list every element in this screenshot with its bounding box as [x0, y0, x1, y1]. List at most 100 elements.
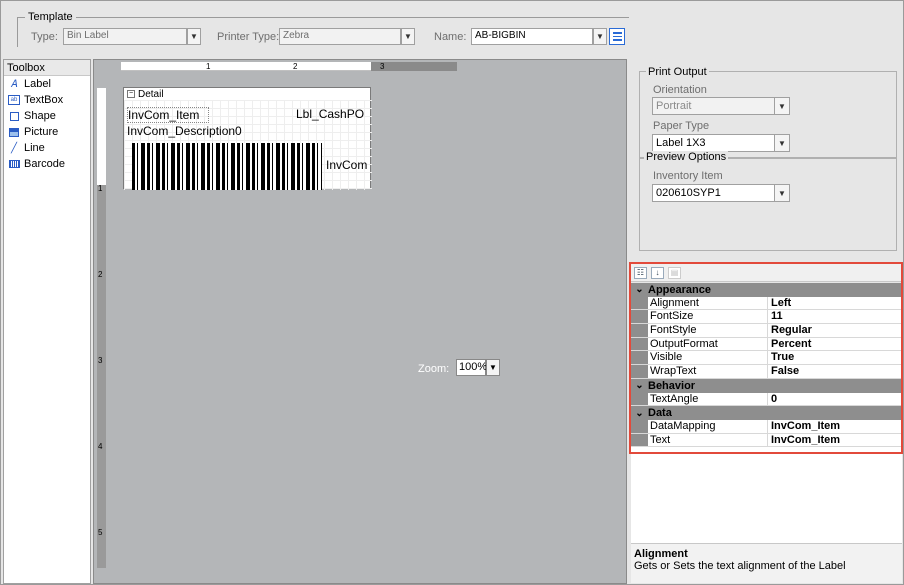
- property-value[interactable]: Percent: [768, 338, 902, 351]
- chevron-down-icon[interactable]: ⌄: [631, 380, 648, 391]
- property-row[interactable]: WrapText False: [631, 365, 902, 379]
- property-name: OutputFormat: [648, 337, 768, 351]
- chevron-down-icon: ▼: [778, 101, 786, 111]
- chevron-down-icon: ▼: [778, 138, 786, 148]
- barcode-element[interactable]: [132, 143, 322, 190]
- sort-alphabetical-icon[interactable]: ↓: [651, 266, 664, 279]
- tool-line[interactable]: ╱ Line: [4, 140, 90, 156]
- property-description-text: Gets or Sets the text alignment of the L…: [634, 560, 846, 572]
- property-name: Visible: [648, 351, 768, 365]
- tool-shape-text: Shape: [24, 110, 56, 122]
- categorized-icon[interactable]: ☷: [634, 266, 647, 279]
- chevron-down-icon[interactable]: ⌄: [631, 284, 648, 295]
- chevron-down-icon: ▼: [489, 363, 497, 372]
- property-description-title: Alignment: [634, 548, 688, 560]
- zoom-select[interactable]: 100%: [456, 359, 487, 376]
- chevron-down-icon: ▼: [190, 32, 198, 41]
- property-row[interactable]: FontStyle Regular: [631, 324, 902, 338]
- tool-picture-text: Picture: [24, 126, 59, 138]
- property-row[interactable]: OutputFormat Percent: [631, 337, 902, 352]
- collapse-icon[interactable]: −: [127, 90, 135, 98]
- paper-type-select[interactable]: Label 1X3 ▼: [652, 134, 790, 152]
- category-label: Behavior: [648, 379, 696, 392]
- property-row[interactable]: FontSize 11: [631, 310, 902, 325]
- orientation-value: Portrait: [656, 100, 692, 112]
- tool-textbox[interactable]: ab TextBox: [4, 92, 90, 108]
- chevron-down-icon: ▼: [404, 32, 412, 41]
- property-value[interactable]: True: [768, 351, 902, 364]
- printer-type-select[interactable]: Zebra: [279, 28, 401, 45]
- type-label: Type:: [31, 31, 58, 43]
- property-value[interactable]: False: [768, 365, 902, 378]
- type-dropdown-button[interactable]: ▼: [187, 28, 201, 45]
- property-name: DataMapping: [648, 419, 768, 433]
- property-row[interactable]: Alignment Left: [631, 296, 902, 311]
- orientation-select[interactable]: Portrait ▼: [652, 97, 790, 115]
- property-value[interactable]: 0: [768, 393, 902, 406]
- property-row[interactable]: DataMapping InvCom_Item: [631, 419, 902, 434]
- invcom-field[interactable]: InvCom: [326, 158, 372, 174]
- toolbox-panel: Toolbox 𝐴 Label ab TextBox Shape Picture…: [3, 59, 91, 584]
- property-description-panel: Alignment Gets or Sets the text alignmen…: [631, 543, 902, 583]
- preview-options-legend: Preview Options: [644, 151, 729, 163]
- category-behavior[interactable]: ⌄ Behavior: [631, 378, 902, 393]
- property-pages-icon[interactable]: ▤: [668, 266, 681, 279]
- paper-type-dropdown-button[interactable]: ▼: [774, 134, 790, 152]
- property-value[interactable]: InvCom_Item: [768, 434, 902, 447]
- chevron-down-icon[interactable]: ⌄: [631, 408, 648, 419]
- orientation-dropdown-button[interactable]: ▼: [774, 97, 790, 115]
- property-row[interactable]: Text InvCom_Item: [631, 433, 902, 448]
- template-legend: Template: [25, 11, 76, 23]
- zoom-dropdown-button[interactable]: ▼: [486, 359, 500, 376]
- vertical-ruler: 1 2 3 4 5: [97, 88, 106, 568]
- category-data[interactable]: ⌄ Data: [631, 406, 902, 420]
- vruler-mark-4: 4: [98, 442, 103, 451]
- property-value[interactable]: Regular: [768, 324, 902, 337]
- window-frame: Template Type: Bin Label ▼ Printer Type:…: [0, 0, 904, 585]
- name-input[interactable]: AB-BIGBIN: [471, 28, 593, 45]
- property-name: WrapText: [648, 365, 768, 378]
- line-icon: ╱: [10, 142, 18, 154]
- category-label: Data: [648, 407, 672, 420]
- tool-barcode[interactable]: Barcode: [4, 156, 90, 172]
- orientation-label: Orientation: [653, 84, 707, 96]
- report-designer[interactable]: 1 2 3 1 2 3 4 5 − Detail InvCom_Item Lbl…: [93, 59, 627, 584]
- tool-barcode-text: Barcode: [24, 158, 65, 170]
- template-menu-button[interactable]: [609, 28, 625, 45]
- property-name: FontSize: [648, 310, 768, 324]
- property-row[interactable]: TextAngle 0: [631, 392, 902, 407]
- category-label: Appearance: [648, 283, 711, 296]
- tool-line-text: Line: [24, 142, 45, 154]
- inventory-item-dropdown-button[interactable]: ▼: [774, 184, 790, 202]
- printer-type-label: Printer Type:: [217, 31, 280, 43]
- menu-icon: [612, 32, 622, 34]
- type-select[interactable]: Bin Label: [63, 28, 187, 45]
- detail-section-header[interactable]: − Detail: [124, 88, 370, 100]
- tool-label[interactable]: 𝐴 Label: [4, 76, 90, 92]
- tool-shape[interactable]: Shape: [4, 108, 90, 124]
- invcom-description-field[interactable]: InvCom_Description0: [127, 124, 297, 140]
- vruler-mark-1: 1: [98, 184, 103, 193]
- tool-picture[interactable]: Picture: [4, 124, 90, 140]
- hruler-mark-2: 2: [293, 62, 298, 71]
- detail-section-title: Detail: [138, 88, 164, 100]
- cash-po-field[interactable]: Lbl_CashPO: [296, 107, 372, 123]
- barcode-icon: [8, 159, 20, 169]
- property-row[interactable]: Visible True: [631, 351, 902, 366]
- toolbox-title: Toolbox: [4, 60, 90, 76]
- category-appearance[interactable]: ⌄ Appearance: [631, 283, 902, 297]
- printer-type-dropdown-button[interactable]: ▼: [401, 28, 415, 45]
- horizontal-ruler: 1 2 3: [121, 62, 457, 71]
- property-value[interactable]: InvCom_Item: [768, 420, 902, 433]
- textbox-icon: ab: [8, 95, 20, 105]
- picture-icon: [8, 127, 20, 137]
- property-value[interactable]: 11: [768, 310, 902, 323]
- property-value[interactable]: Left: [768, 297, 902, 310]
- inventory-item-value: 020610SYP1: [656, 187, 721, 199]
- invcom-item-field[interactable]: InvCom_Item: [127, 107, 209, 123]
- inventory-item-select[interactable]: 020610SYP1 ▼: [652, 184, 790, 202]
- property-name: TextAngle: [648, 392, 768, 406]
- name-dropdown-button[interactable]: ▼: [593, 28, 607, 45]
- detail-section[interactable]: − Detail InvCom_Item Lbl_CashPO InvCom_D…: [123, 87, 372, 190]
- property-name: Alignment: [648, 296, 768, 310]
